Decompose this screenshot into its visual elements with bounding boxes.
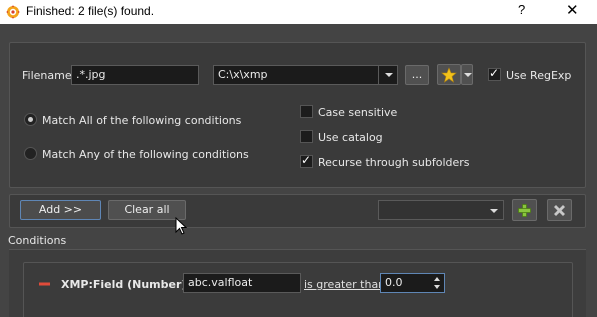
chevron-down-icon: [385, 73, 393, 77]
condition-type-select[interactable]: [378, 200, 504, 220]
chevron-down-icon: [464, 73, 472, 77]
window-title: Finished: 2 file(s) found.: [26, 4, 155, 18]
condition-operator-link[interactable]: is greater than: [304, 278, 385, 291]
spin-up-icon[interactable]: [434, 277, 440, 281]
filename-label: Filename: [22, 69, 72, 82]
condition-operand-value: 0.0: [385, 276, 403, 289]
add-condition-button[interactable]: [512, 199, 537, 221]
recurse-subfolders-label: Recurse through subfolders: [318, 156, 470, 169]
recurse-subfolders-checkbox[interactable]: [300, 153, 313, 168]
delete-icon: [554, 205, 565, 216]
spin-down-icon[interactable]: [434, 285, 440, 289]
filename-input[interactable]: .*.jpg: [71, 65, 199, 85]
favorites-button[interactable]: [437, 64, 461, 85]
use-catalog-checkbox[interactable]: [300, 130, 313, 143]
use-catalog-label: Use catalog: [318, 131, 383, 144]
match-any-label: Match Any of the following conditions: [42, 148, 249, 161]
match-all-radio[interactable]: [24, 113, 37, 126]
browse-button[interactable]: ...: [405, 65, 429, 85]
match-any-radio[interactable]: [24, 147, 37, 160]
plus-icon: [518, 204, 531, 217]
star-icon: [441, 67, 457, 83]
spinbox-arrows[interactable]: [431, 274, 444, 292]
case-sensitive-label: Case sensitive: [318, 106, 398, 119]
case-sensitive-checkbox[interactable]: [300, 105, 313, 118]
folder-dropdown-button[interactable]: [378, 66, 397, 84]
add-button[interactable]: Add >>: [20, 200, 101, 220]
close-button[interactable]: ✕: [566, 1, 579, 19]
app-icon: [6, 5, 20, 19]
favorites-dropdown-button[interactable]: [461, 64, 473, 85]
condition-field-label: XMP:Field (Number): [61, 278, 187, 291]
conditions-heading: Conditions: [8, 234, 67, 247]
folder-value: C:\x\xmp: [218, 68, 268, 81]
remove-condition-button[interactable]: [38, 278, 52, 290]
chevron-down-icon: [490, 209, 498, 213]
minus-icon: [39, 282, 50, 286]
mouse-cursor-icon: [175, 217, 187, 235]
delete-button[interactable]: [547, 199, 572, 221]
condition-value-input[interactable]: abc.valfloat: [183, 273, 301, 293]
use-regexp-checkbox[interactable]: [488, 66, 501, 81]
use-regexp-label: Use RegExp: [506, 69, 572, 82]
help-button[interactable]: ?: [518, 2, 525, 17]
match-all-label: Match All of the following conditions: [42, 114, 242, 127]
folder-combobox[interactable]: C:\x\xmp: [213, 65, 398, 85]
title-bar: Finished: 2 file(s) found. ? ✕: [0, 0, 597, 24]
